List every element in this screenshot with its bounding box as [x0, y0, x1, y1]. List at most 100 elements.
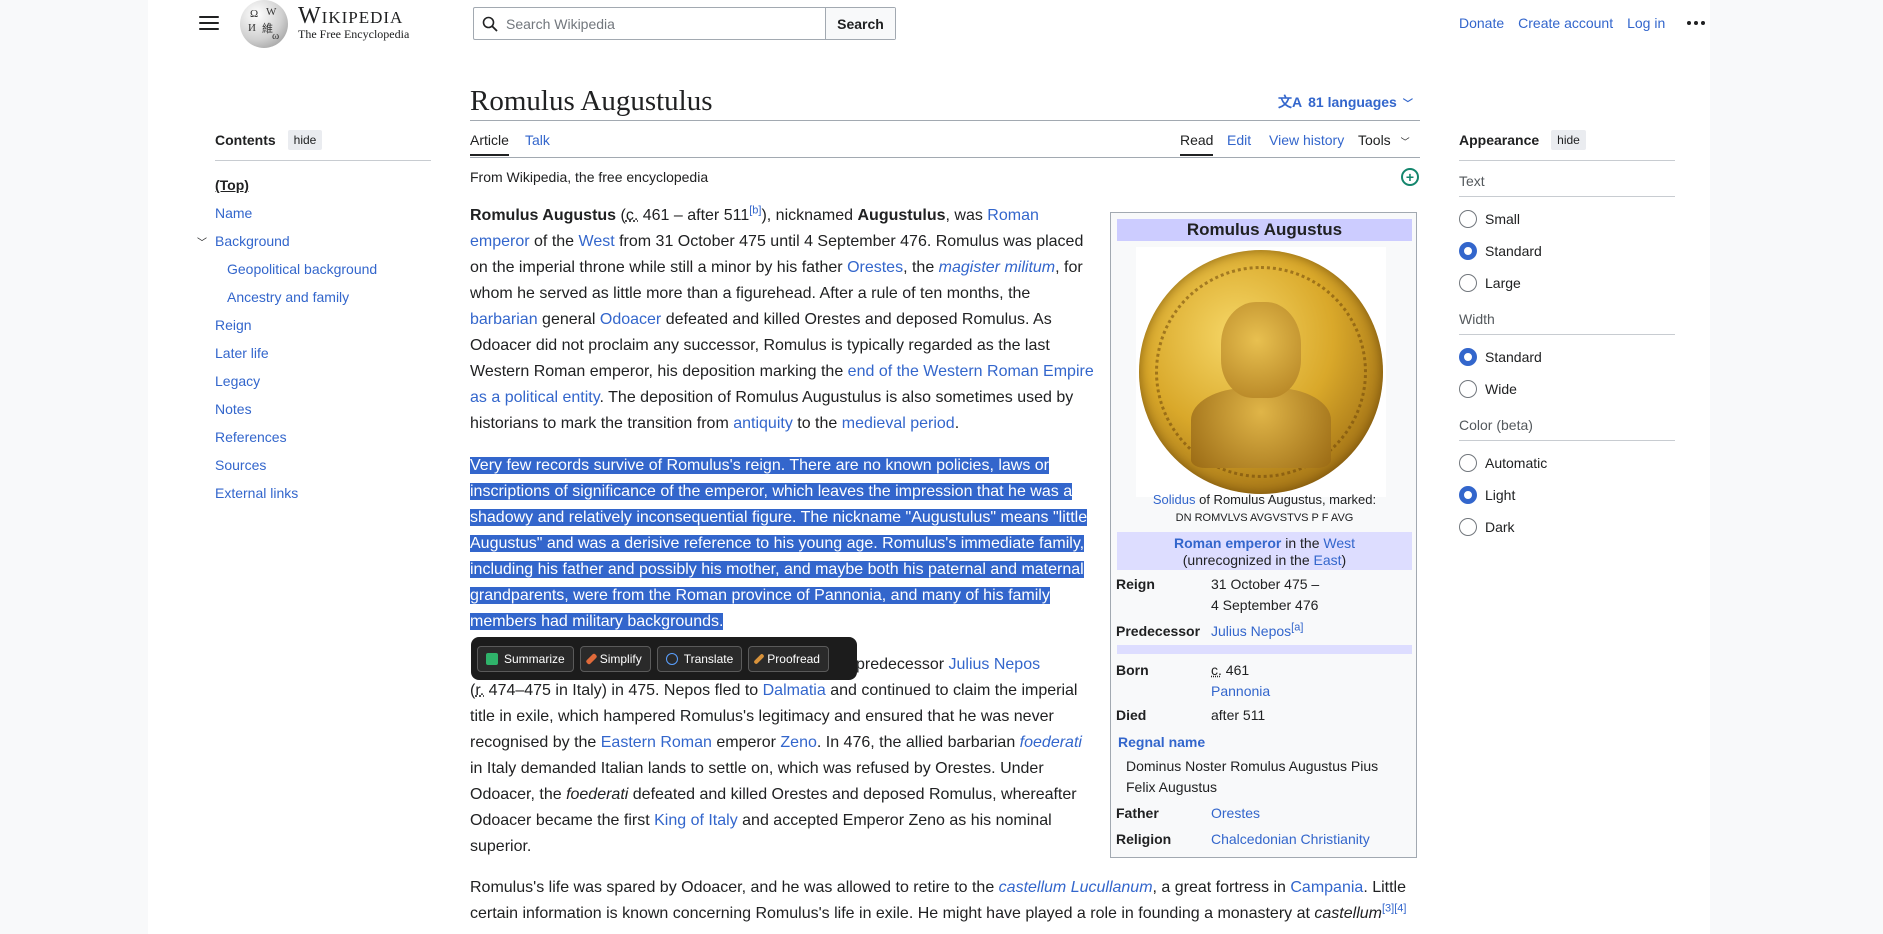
tools-menu[interactable]: Tools ﹀: [1358, 132, 1410, 148]
tab-article[interactable]: Article: [470, 132, 509, 156]
toc-item-geopolitical[interactable]: Geopolitical background: [227, 261, 377, 277]
tab-view-history[interactable]: View history: [1269, 132, 1344, 148]
reign-end: 4 September 476: [1211, 597, 1319, 613]
link-julius-nepos[interactable]: Julius Nepos: [1211, 623, 1291, 639]
more-options-icon[interactable]: [1687, 21, 1706, 25]
link-antiquity[interactable]: antiquity: [733, 415, 793, 432]
footnote-link[interactable]: [b]: [749, 205, 761, 217]
link-orestes[interactable]: Orestes: [847, 259, 903, 276]
wikipedia-globe-logo[interactable]: ΩW И維 ω: [240, 0, 288, 48]
link-campania[interactable]: Campania: [1290, 879, 1363, 896]
toc-item-legacy[interactable]: Legacy: [215, 373, 260, 389]
toc-item-name[interactable]: Name: [215, 205, 252, 221]
link-solidus[interactable]: Solidus: [1153, 492, 1196, 507]
link-zeno[interactable]: Zeno: [780, 734, 816, 751]
wikipedia-wordmark[interactable]: Wikipedia The Free Encyclopedia: [298, 4, 409, 41]
search-button[interactable]: Search: [825, 8, 895, 39]
row-value: 31 October 475 – 4 September 476: [1211, 574, 1319, 616]
text: to the: [792, 415, 842, 432]
text: general: [537, 311, 600, 328]
link-chalcedonian[interactable]: Chalcedonian Christianity: [1211, 829, 1370, 850]
bold-nickname: Augustulus: [857, 207, 946, 224]
text: (unrecognized in the: [1182, 552, 1314, 568]
footnote-link[interactable]: [a]: [1291, 621, 1303, 633]
tab-edit[interactable]: Edit: [1227, 132, 1251, 148]
toc-hide-button[interactable]: hide: [287, 130, 323, 150]
link-medieval-period[interactable]: medieval period: [842, 415, 955, 432]
search-input[interactable]: Search Wikipedia: [474, 8, 825, 39]
toc-item-background[interactable]: Background: [215, 233, 290, 249]
tab-read[interactable]: Read: [1180, 132, 1214, 156]
appearance-hide-button[interactable]: hide: [1551, 130, 1586, 150]
login-link[interactable]: Log in: [1627, 15, 1665, 31]
link-barbarian[interactable]: barbarian: [470, 311, 538, 328]
add-icon[interactable]: +: [1401, 168, 1419, 186]
option-text-standard[interactable]: Standard: [1459, 235, 1675, 267]
width-label: Width: [1459, 311, 1675, 335]
infobox: Romulus Augustus Solidus of Romulus Augu…: [1110, 212, 1417, 858]
infobox-subheader: Roman emperor in the West (unrecognized …: [1117, 532, 1412, 570]
link-dalmatia[interactable]: Dalmatia: [763, 682, 826, 699]
coin-image[interactable]: [1136, 247, 1386, 497]
option-text-small[interactable]: Small: [1459, 203, 1675, 235]
selected-paragraph[interactable]: Very few records survive of Romulus's re…: [470, 453, 1096, 635]
create-account-link[interactable]: Create account: [1518, 15, 1613, 31]
option-text-large[interactable]: Large: [1459, 267, 1675, 299]
footnote-link[interactable]: [3][4]: [1382, 903, 1406, 915]
row-value: after 511: [1211, 707, 1266, 723]
toc-item-sources[interactable]: Sources: [215, 457, 266, 473]
link-orestes[interactable]: Orestes: [1211, 803, 1260, 824]
option-width-standard[interactable]: Standard: [1459, 341, 1675, 373]
link-west[interactable]: West: [1323, 535, 1355, 551]
tab-talk[interactable]: Talk: [525, 132, 550, 148]
link-castellum-lucullanum[interactable]: castellum Lucullanum: [999, 879, 1153, 896]
link-west[interactable]: West: [579, 233, 615, 250]
chevron-down-icon[interactable]: ﹀: [197, 234, 207, 249]
regnal-name-label[interactable]: Regnal name: [1118, 734, 1205, 750]
option-color-light[interactable]: Light: [1459, 479, 1675, 511]
toc-item-external-links[interactable]: External links: [215, 485, 298, 501]
color-label: Color (beta): [1459, 417, 1675, 441]
toc-item-top[interactable]: (Top): [215, 177, 249, 193]
toc-item-later-life[interactable]: Later life: [215, 345, 269, 361]
regnal-name-value: Dominus Noster Romulus Augustus Pius Fel…: [1126, 758, 1379, 795]
toc-item-notes[interactable]: Notes: [215, 401, 252, 417]
site-subtitle: From Wikipedia, the free encyclopedia: [470, 169, 709, 185]
link-julius-nepos[interactable]: Julius Nepos: [949, 656, 1041, 673]
text: . In 476, the allied barbarian: [816, 734, 1020, 751]
page-tabs: Article Talk Read Edit View history Tool…: [470, 130, 1420, 158]
appearance-title: Appearance: [1459, 132, 1540, 148]
caption-text: of Romulus Augustus, marked:: [1195, 492, 1377, 507]
option-color-automatic[interactable]: Automatic: [1459, 447, 1675, 479]
language-button[interactable]: 文A 81 languages ﹀: [1278, 92, 1413, 112]
link-odoacer[interactable]: Odoacer: [600, 311, 661, 328]
chevron-down-icon: ﹀: [1400, 137, 1410, 147]
link-pannonia[interactable]: Pannonia: [1211, 683, 1270, 699]
user-links: Donate Create account Log in: [1459, 15, 1706, 31]
text: emperor: [711, 734, 781, 751]
link-eastern-roman[interactable]: Eastern Roman: [601, 734, 712, 751]
option-color-dark[interactable]: Dark: [1459, 511, 1675, 543]
link-king-of-italy[interactable]: King of Italy: [654, 812, 738, 829]
infobox-divider: [1117, 645, 1412, 654]
option-label: Standard: [1485, 349, 1542, 365]
toc-item-reign[interactable]: Reign: [215, 317, 252, 333]
text: .: [954, 415, 960, 432]
table-of-contents: Contents hide (Top) Name ﹀ Background Geo…: [197, 130, 431, 507]
reign-start: 31 October 475 –: [1211, 576, 1320, 592]
toc-item-ancestry[interactable]: Ancestry and family: [227, 289, 349, 305]
option-width-wide[interactable]: Wide: [1459, 373, 1675, 405]
text: , was: [945, 207, 988, 224]
paragraph-3: predecessor Julius Nepos (r. 474–475 in I…: [470, 652, 1096, 860]
toc-item-references[interactable]: References: [215, 429, 287, 445]
link-east[interactable]: East: [1314, 552, 1342, 568]
option-label: Small: [1485, 211, 1521, 227]
donate-link[interactable]: Donate: [1459, 15, 1504, 31]
link-magister-militum[interactable]: magister militum: [939, 259, 1055, 276]
link-foederati[interactable]: foederati: [1020, 734, 1082, 751]
main-menu-icon[interactable]: [199, 12, 219, 34]
link-roman-emperor[interactable]: Roman emperor: [1174, 535, 1281, 551]
text: 461 – after 511: [638, 207, 750, 224]
italic-foederati: foederati: [566, 786, 629, 803]
text: , the: [903, 259, 939, 276]
